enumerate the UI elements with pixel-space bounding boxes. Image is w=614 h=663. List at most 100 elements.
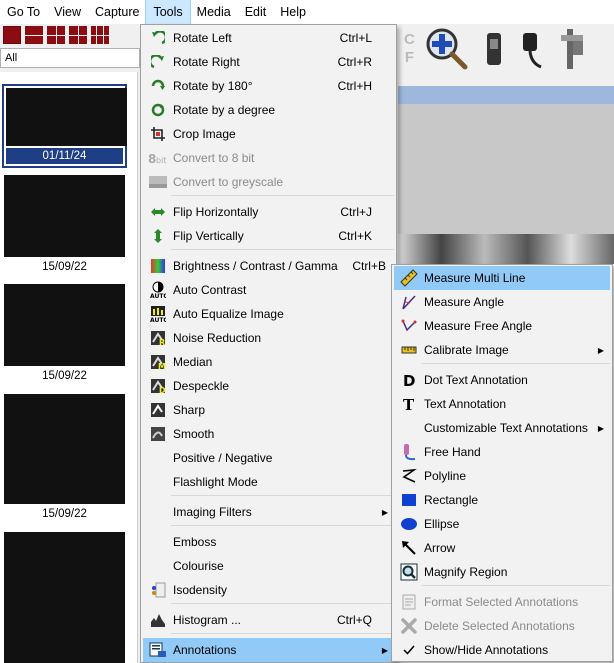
menu-capture[interactable]: Capture	[88, 0, 146, 24]
menu-item-label: Dot Text Annotation	[424, 373, 528, 387]
menu-item-flip-vertical[interactable]: Flip Vertically Ctrl+K	[143, 224, 394, 248]
menu-item-flip-horizontal[interactable]: Flip Horizontally Ctrl+J	[143, 200, 394, 224]
rectangle-icon	[396, 488, 422, 512]
menu-item-label: Imaging Filters	[173, 505, 252, 519]
menu-item-icon-blank	[145, 530, 171, 554]
layout-quad-icon[interactable]	[69, 26, 87, 44]
cf-toggle[interactable]: C F	[404, 31, 415, 67]
menu-separator	[171, 495, 394, 496]
svg-text:bit: bit	[156, 156, 166, 165]
menu-item-rotate-right[interactable]: Rotate Right Ctrl+R	[143, 50, 394, 74]
menu-item-label: Rotate by 180°	[173, 79, 253, 93]
dot-text-icon: D	[396, 368, 422, 392]
text-icon: T	[396, 392, 422, 416]
thumbnail-item[interactable]: 15/09/22	[4, 284, 125, 384]
menu-item-histogram[interactable]: Histogram ... Ctrl+Q	[143, 608, 394, 632]
menu-separator	[171, 525, 394, 526]
rotate-degree-icon	[145, 98, 171, 122]
menu-item-polyline[interactable]: Polyline	[394, 464, 610, 488]
menu-item-label: Rectangle	[424, 493, 479, 507]
annotations-submenu: Measure Multi Line Measure Angle Measure…	[391, 264, 613, 662]
intraoral-camera-icon[interactable]	[479, 29, 507, 69]
xray-unit-icon[interactable]	[557, 27, 587, 71]
thumbnail-item[interactable]: 15/09/22	[4, 394, 125, 522]
median-icon: M	[145, 350, 171, 374]
menu-item-measure-free-angle[interactable]: Measure Free Angle	[394, 314, 610, 338]
menu-item-label: Colourise	[173, 559, 224, 573]
menu-item-rotate-left[interactable]: Rotate Left Ctrl+L	[143, 26, 394, 50]
menu-item-annotations[interactable]: Annotations ▶	[143, 638, 394, 662]
menu-item-auto-contrast[interactable]: AUTO Auto Contrast	[143, 278, 394, 302]
menu-item-label: Rotate by a degree	[173, 103, 276, 117]
menu-item-rotate-180[interactable]: Rotate by 180° Ctrl+H	[143, 74, 394, 98]
menu-item-positive-negative[interactable]: Positive / Negative	[143, 446, 394, 470]
menu-item-show-hide-annotations[interactable]: Show/Hide Annotations	[394, 638, 610, 662]
menu-item-convert-greyscale[interactable]: Convert to greyscale	[143, 170, 394, 194]
menu-item-median[interactable]: M Median	[143, 350, 394, 374]
layout-rows-icon[interactable]	[25, 26, 43, 44]
viewer-title-bar	[398, 86, 614, 104]
menu-help[interactable]: Help	[273, 0, 313, 24]
menu-item-shortcut: Ctrl+R	[337, 55, 372, 69]
viewer-xray-strip	[398, 234, 614, 264]
image-viewer[interactable]	[398, 104, 614, 234]
noise-reduction-icon: R	[145, 326, 171, 350]
menu-item-label: Convert to greyscale	[173, 175, 284, 189]
menu-item-measure-multi-line[interactable]: Measure Multi Line	[394, 266, 610, 290]
thumbnail-item[interactable]	[4, 532, 125, 663]
thumbnail-item[interactable]: 01/11/24	[2, 84, 127, 168]
menu-item-measure-angle[interactable]: Measure Angle	[394, 290, 610, 314]
menu-item-customizable-text[interactable]: Customizable Text Annotations ▶	[394, 416, 610, 440]
menu-item-despeckle[interactable]: D Despeckle	[143, 374, 394, 398]
menu-item-smooth[interactable]: Smooth	[143, 422, 394, 446]
menu-item-colourise[interactable]: Colourise	[143, 554, 394, 578]
menu-item-imaging-filters[interactable]: Imaging Filters ▶	[143, 500, 394, 524]
menu-item-isodensity[interactable]: Isodensity	[143, 578, 394, 602]
layout-grid-icon[interactable]	[91, 26, 109, 44]
submenu-arrow-icon: ▶	[597, 423, 604, 433]
menu-view[interactable]: View	[47, 0, 88, 24]
magnify-region-icon	[396, 560, 422, 584]
menu-item-arrow[interactable]: Arrow	[394, 536, 610, 560]
xray-thumbnail	[4, 532, 125, 663]
menu-goto[interactable]: Go To	[0, 0, 47, 24]
menu-item-magnify-region[interactable]: Magnify Region	[394, 560, 610, 584]
format-icon	[396, 590, 422, 614]
menu-item-brightness[interactable]: Brightness / Contrast / Gamma Ctrl+B	[143, 254, 394, 278]
rotate-right-icon	[145, 50, 171, 74]
layout-single-icon[interactable]	[3, 26, 21, 44]
menu-item-noise-reduction[interactable]: R Noise Reduction	[143, 326, 394, 350]
xray-thumbnail	[6, 88, 127, 146]
menu-item-calibrate-image[interactable]: Calibrate Image ▶	[394, 338, 610, 362]
svg-text:R: R	[159, 338, 165, 346]
menu-item-free-hand[interactable]: Free Hand	[394, 440, 610, 464]
menu-item-auto-equalize[interactable]: AUTO Auto Equalize Image	[143, 302, 394, 326]
menu-item-format-selected[interactable]: Format Selected Annotations	[394, 590, 610, 614]
menu-media[interactable]: Media	[190, 0, 238, 24]
menu-item-rotate-degree[interactable]: Rotate by a degree	[143, 98, 394, 122]
menu-item-text-annotation[interactable]: T Text Annotation	[394, 392, 610, 416]
menu-item-ellipse[interactable]: Ellipse	[394, 512, 610, 536]
thumbnail-date: 01/11/24	[6, 148, 123, 164]
menu-item-convert-8bit[interactable]: 8 bit Convert to 8 bit	[143, 146, 394, 170]
menu-item-dot-text-annotation[interactable]: D Dot Text Annotation	[394, 368, 610, 392]
zoom-icon[interactable]	[425, 27, 469, 71]
menu-item-flashlight[interactable]: Flashlight Mode	[143, 470, 394, 494]
8bit-icon: 8 bit	[145, 146, 171, 170]
menu-tools[interactable]: Tools	[145, 0, 191, 25]
menu-item-rectangle[interactable]: Rectangle	[394, 488, 610, 512]
menu-edit[interactable]: Edit	[238, 0, 274, 24]
filter-dropdown[interactable]: All	[0, 48, 140, 68]
menu-item-sharp[interactable]: Sharp	[143, 398, 394, 422]
menu-item-label: Show/Hide Annotations	[424, 643, 549, 657]
menu-item-delete-selected[interactable]: Delete Selected Annotations	[394, 614, 610, 638]
menu-item-emboss[interactable]: Emboss	[143, 530, 394, 554]
menu-item-shortcut: Ctrl+J	[340, 205, 372, 219]
xray-thumbnail	[4, 175, 125, 257]
sensor-icon[interactable]	[517, 29, 547, 69]
menu-item-crop[interactable]: Crop Image	[143, 122, 394, 146]
menu-item-label: Flip Vertically	[173, 229, 244, 243]
menu-item-label: Rotate Right	[173, 55, 240, 69]
layout-columns-icon[interactable]	[47, 26, 65, 44]
thumbnail-item[interactable]: 15/09/22	[4, 175, 125, 275]
